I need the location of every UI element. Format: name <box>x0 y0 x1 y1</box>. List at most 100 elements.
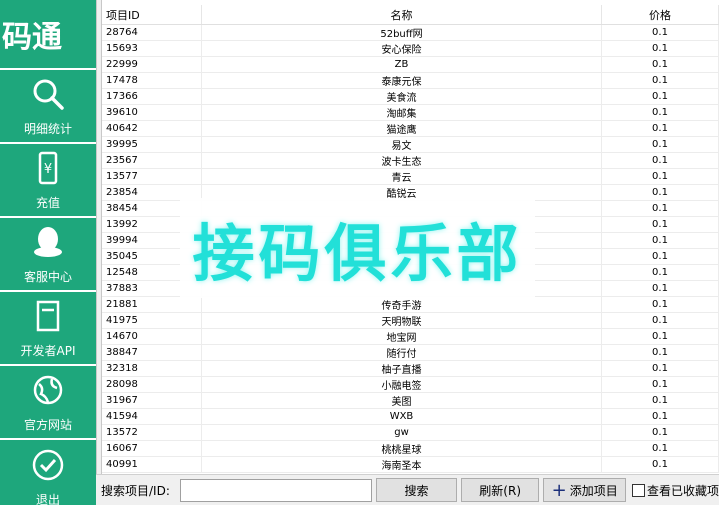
table-row[interactable]: 17478 泰康元保 0.1 <box>102 73 719 89</box>
table-row[interactable]: 28764 52buff网 0.1 <box>102 25 719 41</box>
cell-price: 0.1 <box>602 409 719 424</box>
cell-price: 0.1 <box>602 201 719 216</box>
header-id[interactable]: 项目ID <box>102 5 202 24</box>
cell-id: 39610 <box>102 105 202 120</box>
cell-id: 13572 <box>102 425 202 440</box>
cell-name: 海南圣本 <box>202 457 602 472</box>
cell-id: 28764 <box>102 25 202 40</box>
cell-price: 0.1 <box>602 441 719 456</box>
table-row[interactable]: 15693 安心保险 0.1 <box>102 41 719 57</box>
refresh-button[interactable]: 刷新(R) <box>460 478 540 502</box>
table-row[interactable]: 32318 柚子直播 0.1 <box>102 361 719 377</box>
cell-price: 0.1 <box>602 41 719 56</box>
cell-id: 13577 <box>102 169 202 184</box>
cell-price: 0.1 <box>602 313 719 328</box>
table-header: 项目ID 名称 价格 <box>102 5 719 25</box>
globe-icon <box>30 372 66 408</box>
table-row[interactable]: 22999 ZB 0.1 <box>102 57 719 73</box>
cell-name: 波卡生态 <box>202 153 602 168</box>
cell-price: 0.1 <box>602 73 719 88</box>
table-row[interactable]: 14670 地宝网 0.1 <box>102 329 719 345</box>
plus-icon: + <box>551 479 567 501</box>
table-row[interactable]: 40991 海南圣本 0.1 <box>102 457 719 473</box>
cell-name: 桃桃星球 <box>202 441 602 456</box>
cell-id: 22999 <box>102 57 202 72</box>
cell-price: 0.1 <box>602 345 719 360</box>
search-button[interactable]: 搜索 <box>376 478 457 502</box>
sidebar: 码通 明细统计 ¥ 充值 客服中心 开发者API 官方网站 退出 <box>0 0 96 507</box>
cell-name: 猫途鹰 <box>202 121 602 136</box>
nav-developer-api[interactable]: 开发者API <box>0 292 96 366</box>
svg-text:¥: ¥ <box>44 162 52 177</box>
cell-name: 淘邮集 <box>202 105 602 120</box>
checkbox-box[interactable] <box>631 483 645 497</box>
cell-id: 23567 <box>102 153 202 168</box>
table-row[interactable]: 38847 随行付 0.1 <box>102 345 719 361</box>
table-row[interactable]: 23567 波卡生态 0.1 <box>102 153 719 169</box>
cell-id: 41975 <box>102 313 202 328</box>
check-circle-icon <box>30 447 66 483</box>
watermark: 接码俱乐部 <box>180 198 535 298</box>
table-row[interactable]: 16067 桃桃星球 0.1 <box>102 441 719 457</box>
table-row[interactable]: 13572 gw 0.1 <box>102 425 719 441</box>
cell-price: 0.1 <box>602 233 719 248</box>
table-row[interactable]: 17366 美食流 0.1 <box>102 89 719 105</box>
cell-price: 0.1 <box>602 89 719 104</box>
add-project-button[interactable]: + 添加项目 <box>543 478 626 502</box>
table-row[interactable]: 13577 青云 0.1 <box>102 169 719 185</box>
nav-exit[interactable]: 退出 <box>0 440 96 514</box>
cell-name: 易文 <box>202 137 602 152</box>
favorites-checkbox[interactable]: 查看已收藏项 <box>631 482 719 499</box>
cell-name: 美食流 <box>202 89 602 104</box>
nav-support[interactable]: 客服中心 <box>0 218 96 292</box>
cell-price: 0.1 <box>602 217 719 232</box>
table-row[interactable]: 28098 小融电签 0.1 <box>102 377 719 393</box>
cell-price: 0.1 <box>602 393 719 408</box>
document-icon <box>30 298 66 334</box>
qq-penguin-icon <box>30 224 66 260</box>
table-row[interactable]: 31967 美图 0.1 <box>102 393 719 409</box>
cell-id: 41594 <box>102 409 202 424</box>
cell-id: 15693 <box>102 41 202 56</box>
favorites-label: 查看已收藏项 <box>646 483 719 498</box>
table-row[interactable]: 41975 天明物联 0.1 <box>102 313 719 329</box>
nav-website-label: 官方网站 <box>23 417 72 432</box>
nav-stats[interactable]: 明细统计 <box>0 70 96 144</box>
table-row[interactable]: 41594 WXB 0.1 <box>102 409 719 425</box>
table-row[interactable]: 21881 传奇手游 0.1 <box>102 297 719 313</box>
cell-name: 美图 <box>202 393 602 408</box>
cell-id: 40642 <box>102 121 202 136</box>
table-row[interactable]: 39610 淘邮集 0.1 <box>102 105 719 121</box>
table-row[interactable]: 40642 猫途鹰 0.1 <box>102 121 719 137</box>
nav-recharge[interactable]: ¥ 充值 <box>0 144 96 218</box>
cell-price: 0.1 <box>602 377 719 392</box>
cell-price: 0.1 <box>602 121 719 136</box>
nav-developer-api-label: 开发者API <box>20 343 76 358</box>
cell-price: 0.1 <box>602 25 719 40</box>
cell-id: 14670 <box>102 329 202 344</box>
cell-id: 32318 <box>102 361 202 376</box>
search-input[interactable] <box>179 478 373 502</box>
cell-price: 0.1 <box>602 57 719 72</box>
table-row[interactable]: 39995 易文 0.1 <box>102 137 719 153</box>
header-name[interactable]: 名称 <box>202 5 602 24</box>
search-icon <box>30 76 66 112</box>
cell-id: 28098 <box>102 377 202 392</box>
header-price[interactable]: 价格 <box>602 5 719 24</box>
nav-website[interactable]: 官方网站 <box>0 366 96 440</box>
cell-name: 柚子直播 <box>202 361 602 376</box>
cell-price: 0.1 <box>602 425 719 440</box>
cell-price: 0.1 <box>602 281 719 296</box>
cell-id: 38847 <box>102 345 202 360</box>
cell-name: 泰康元保 <box>202 73 602 88</box>
cell-id: 39995 <box>102 137 202 152</box>
cell-name: 安心保险 <box>202 41 602 56</box>
cell-price: 0.1 <box>602 105 719 120</box>
cell-price: 0.1 <box>602 169 719 184</box>
cell-name: 传奇手游 <box>202 297 602 312</box>
cell-price: 0.1 <box>602 153 719 168</box>
cell-name: 小融电签 <box>202 377 602 392</box>
cell-id: 31967 <box>102 393 202 408</box>
cell-id: 16067 <box>102 441 202 456</box>
bottom-toolbar: 搜索项目/ID: 搜索 刷新(R) + 添加项目 查看已收藏项 <box>96 474 719 505</box>
